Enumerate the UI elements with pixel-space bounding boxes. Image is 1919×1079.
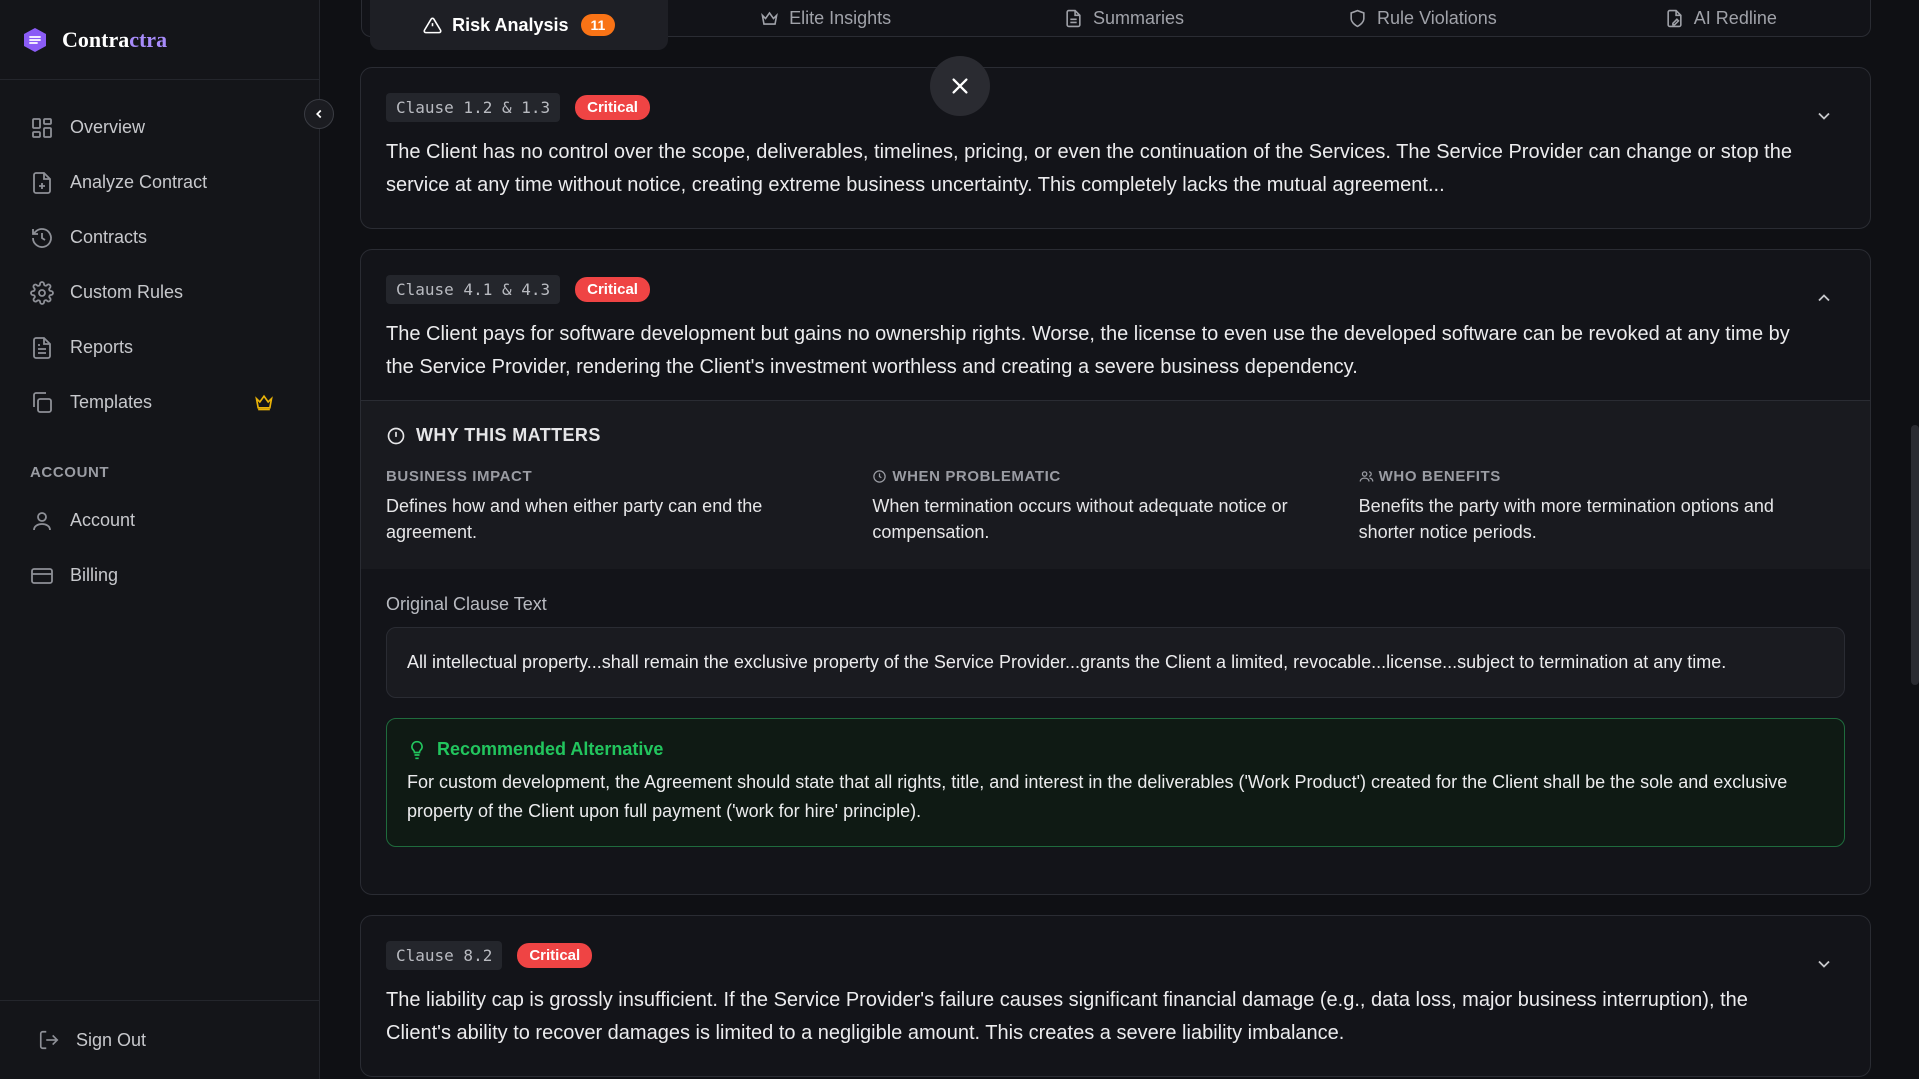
- sidebar-item-overview[interactable]: Overview: [0, 100, 320, 155]
- account-section-label: ACCOUNT: [30, 464, 110, 481]
- clause-tag: Clause 4.1 & 4.3: [386, 275, 561, 304]
- risk-card[interactable]: Clause 8.2 Critical The liability cap is…: [360, 915, 1871, 1077]
- user-icon: [33, 511, 51, 530]
- business-impact: BUSINESS IMPACT Defines how and when eit…: [386, 468, 872, 545]
- why-this-matters-panel: WHY THIS MATTERS BUSINESS IMPACT Defines…: [361, 400, 1870, 569]
- tab-label: Summaries: [1093, 7, 1185, 28]
- severity-badge: Critical: [517, 943, 593, 968]
- original-clause-text: All intellectual property...shall remain…: [386, 627, 1845, 698]
- chevron-up-icon[interactable]: [1814, 288, 1834, 308]
- logout-icon: [39, 1030, 59, 1050]
- card-header[interactable]: Clause 4.1 & 4.3 Critical: [361, 250, 1870, 304]
- risk-description: The Client pays for software development…: [386, 323, 1790, 378]
- sidebar-item-contracts[interactable]: Contracts: [0, 210, 320, 265]
- tab-ai-redline[interactable]: AI Redline: [1572, 0, 1870, 36]
- sign-out-label: Sign Out: [76, 1029, 147, 1050]
- warning-icon: [423, 17, 442, 33]
- when-problematic-label: WHEN PROBLEMATIC: [872, 468, 1358, 485]
- gear-icon: [30, 280, 54, 305]
- recommended-alternative-text: For custom development, the Agreement sh…: [407, 772, 1788, 821]
- recommended-alternative: Recommended Alternative For custom devel…: [386, 718, 1845, 847]
- copy-icon: [33, 391, 52, 413]
- credit-card-icon: [31, 567, 53, 584]
- sign-out-button[interactable]: Sign Out: [0, 1000, 320, 1079]
- clock-icon: [873, 470, 887, 483]
- when-problematic: WHEN PROBLEMATIC When termination occurs…: [872, 468, 1358, 545]
- sidebar-item-label: Custom Rules: [70, 282, 184, 302]
- sidebar-item-billing[interactable]: Billing: [0, 548, 320, 603]
- severity-badge: Critical: [575, 95, 650, 120]
- tab-label: Risk Analysis: [452, 14, 569, 35]
- business-impact-text: Defines how and when either party can en…: [386, 496, 763, 542]
- sidebar-item-label: Account: [70, 510, 136, 530]
- risk-description: The Client has no control over the scope…: [386, 141, 1792, 196]
- clause-tag: Clause 8.2: [386, 941, 503, 970]
- risk-description: The liability cap is grossly insufficien…: [386, 989, 1748, 1044]
- tab-label: Elite Insights: [789, 7, 892, 28]
- history-icon: [32, 227, 52, 248]
- crown-icon: [255, 394, 273, 411]
- report-icon: [33, 336, 51, 359]
- why-this-matters-title: WHY THIS MATTERS: [386, 425, 1845, 446]
- when-problematic-text: When termination occurs without adequate…: [872, 496, 1288, 542]
- account-nav: Account Billing: [0, 493, 320, 603]
- who-benefits-label: WHO BENEFITS: [1359, 468, 1845, 485]
- sidebar-item-analyze-contract[interactable]: Analyze Contract: [0, 155, 320, 210]
- lightbulb-icon: [411, 740, 423, 759]
- severity-badge: Critical: [575, 277, 650, 302]
- risk-card-expanded: Clause 4.1 & 4.3 Critical The Client pay…: [360, 249, 1871, 895]
- brand-name: Contractra: [62, 26, 168, 52]
- file-edit-icon: [1667, 9, 1682, 27]
- risk-count-badge: 11: [580, 14, 616, 36]
- tab-label: Rule Violations: [1377, 7, 1497, 28]
- sidebar-item-label: Templates: [70, 392, 153, 412]
- original-clause-label: Original Clause Text: [386, 594, 547, 614]
- business-impact-label: BUSINESS IMPACT: [386, 468, 533, 485]
- tab-bar: Risk Analysis 11 Elite Insights Summarie…: [361, 0, 1871, 50]
- grid-icon: [32, 117, 52, 138]
- sidebar-item-label: Billing: [70, 565, 119, 585]
- sidebar: Contractra Overview Analyze Contract Con…: [0, 0, 320, 1079]
- who-benefits-text: Benefits the party with more termination…: [1358, 496, 1774, 542]
- brand[interactable]: Contractra: [0, 0, 320, 80]
- chevron-down-icon[interactable]: [1814, 954, 1834, 974]
- shield-icon: [1350, 9, 1365, 27]
- info-circle-icon: [387, 427, 405, 444]
- crown-icon: [761, 11, 778, 25]
- sidebar-item-label: Reports: [70, 337, 134, 357]
- sidebar-item-templates[interactable]: Templates: [0, 375, 320, 430]
- recommended-alternative-title: Recommended Alternative: [407, 739, 1824, 760]
- sidebar-item-account[interactable]: Account: [0, 493, 320, 548]
- sidebar-item-reports[interactable]: Reports: [0, 320, 320, 375]
- tab-risk-analysis[interactable]: Risk Analysis 11: [370, 0, 669, 50]
- clause-tag: Clause 1.2 & 1.3: [386, 93, 561, 122]
- sidebar-item-label: Analyze Contract: [70, 172, 208, 192]
- document-icon: [1066, 9, 1081, 27]
- tab-rule-violations[interactable]: Rule Violations: [1273, 0, 1571, 36]
- users-icon: [1359, 471, 1374, 482]
- chevron-left-icon: [316, 109, 322, 119]
- scrollbar[interactable]: [1911, 425, 1919, 685]
- sidebar-item-custom-rules[interactable]: Custom Rules: [0, 265, 320, 320]
- tab-elite-insights[interactable]: Elite Insights: [676, 0, 974, 36]
- who-benefits: WHO BENEFITS Benefits the party with mor…: [1359, 468, 1845, 545]
- file-plus-icon: [33, 171, 51, 194]
- close-button[interactable]: [930, 56, 990, 116]
- tab-label: AI Redline: [1693, 7, 1777, 28]
- sidebar-nav: Overview Analyze Contract Contracts Cust…: [0, 100, 320, 430]
- risk-card[interactable]: Clause 1.2 & 1.3 Critical The Client has…: [360, 67, 1871, 229]
- tab-summaries[interactable]: Summaries: [975, 0, 1273, 36]
- sidebar-item-label: Overview: [70, 117, 146, 137]
- main-content: Risk Analysis 11 Elite Insights Summarie…: [321, 0, 1919, 1079]
- logo-icon: [22, 27, 48, 53]
- collapse-sidebar-button[interactable]: [304, 99, 334, 129]
- close-icon: [952, 78, 968, 94]
- sidebar-item-label: Contracts: [70, 227, 148, 247]
- chevron-down-icon[interactable]: [1814, 106, 1834, 126]
